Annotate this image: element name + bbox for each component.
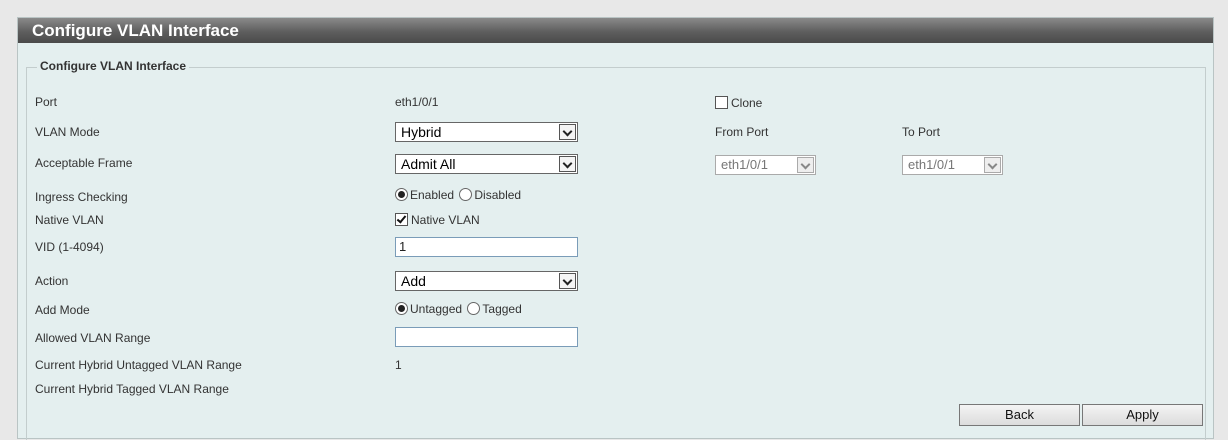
back-button[interactable]: Back (959, 404, 1080, 426)
acceptable-frame-select[interactable]: Admit All (395, 154, 578, 174)
native-vlan-label: Native VLAN (35, 213, 104, 227)
section-legend: Configure VLAN Interface (37, 59, 190, 73)
chevron-down-icon (559, 156, 576, 172)
action-value: Add (401, 273, 426, 289)
ingress-disabled-label: Disabled (474, 188, 522, 202)
chevron-down-icon (559, 273, 576, 289)
apply-button[interactable]: Apply (1082, 404, 1203, 426)
from-port-value: eth1/0/1 (721, 157, 768, 172)
vlan-mode-label: VLAN Mode (35, 125, 100, 139)
to-port-value: eth1/0/1 (908, 157, 955, 172)
native-vlan-option: Native VLAN (395, 213, 480, 227)
acceptable-frame-label: Acceptable Frame (35, 156, 133, 170)
port-value: eth1/0/1 (395, 95, 439, 109)
current-tagged-label: Current Hybrid Tagged VLAN Range (35, 382, 229, 396)
from-port-label: From Port (715, 125, 769, 139)
allowed-vlan-range-input[interactable] (395, 327, 578, 347)
native-vlan-checkbox[interactable] (395, 213, 408, 226)
configure-vlan-panel: Configure VLAN Interface Configure VLAN … (17, 17, 1214, 440)
ingress-checking-options: Enabled Disabled (395, 188, 521, 202)
allowed-vlan-range-label: Allowed VLAN Range (35, 331, 151, 345)
chevron-down-icon (797, 157, 814, 173)
vid-label: VID (1-4094) (35, 240, 104, 254)
chevron-down-icon (559, 124, 576, 140)
current-untagged-value: 1 (395, 358, 402, 372)
clone-label: Clone (731, 96, 763, 110)
port-label: Port (35, 95, 58, 109)
vlan-mode-value: Hybrid (401, 124, 442, 140)
add-mode-tagged-radio[interactable] (467, 302, 481, 315)
add-mode-label: Add Mode (35, 303, 90, 317)
add-mode-tagged-label: Tagged (482, 302, 522, 316)
ingress-checking-label: Ingress Checking (35, 190, 128, 204)
ingress-enabled-label: Enabled (410, 188, 455, 202)
acceptable-frame-value: Admit All (401, 156, 456, 172)
page-title: Configure VLAN Interface (18, 18, 1213, 43)
vlan-mode-select[interactable]: Hybrid (395, 122, 578, 142)
action-select[interactable]: Add (395, 271, 578, 291)
add-mode-untagged-label: Untagged (410, 302, 463, 316)
action-label: Action (35, 274, 69, 288)
to-port-label: To Port (902, 125, 941, 139)
add-mode-untagged-radio[interactable] (395, 302, 408, 315)
to-port-select[interactable]: eth1/0/1 (902, 155, 1003, 175)
chevron-down-icon (984, 157, 1001, 173)
clone-option: Clone (715, 96, 762, 110)
from-port-select[interactable]: eth1/0/1 (715, 155, 816, 175)
ingress-enabled-radio[interactable] (395, 188, 408, 201)
current-untagged-label: Current Hybrid Untagged VLAN Range (35, 358, 242, 372)
vid-input[interactable]: 1 (395, 237, 578, 257)
native-vlan-checkbox-label: Native VLAN (411, 213, 480, 227)
ingress-disabled-radio[interactable] (459, 188, 473, 201)
clone-checkbox[interactable] (715, 96, 728, 109)
add-mode-options: Untagged Tagged (395, 302, 522, 316)
